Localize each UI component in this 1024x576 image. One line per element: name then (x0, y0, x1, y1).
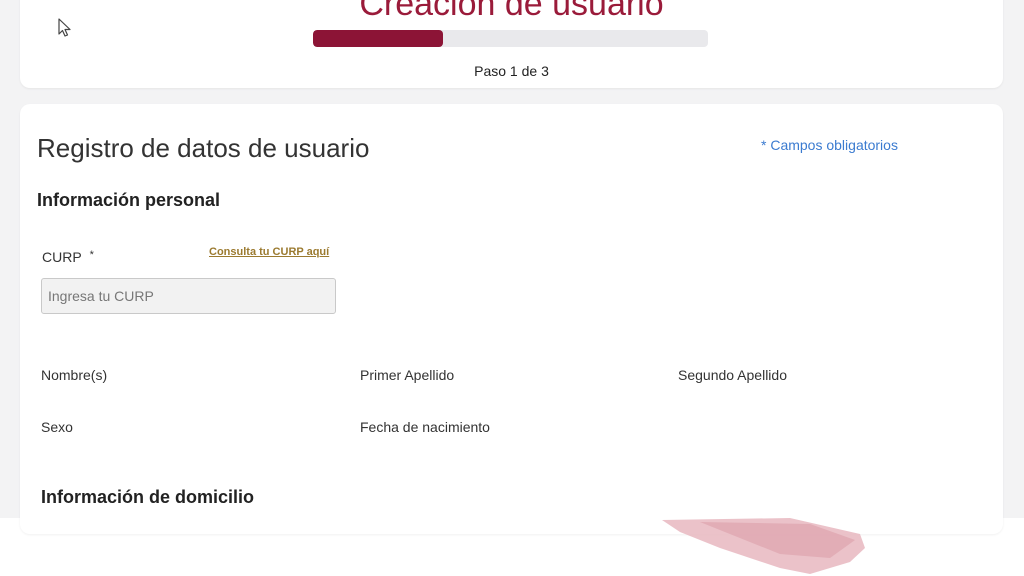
curp-label: CURP * (42, 249, 94, 265)
registration-form-card: Registro de datos de usuario * Campos ob… (20, 104, 1003, 534)
sexo-label: Sexo (41, 419, 73, 435)
step-indicator: Paso 1 de 3 (474, 63, 549, 79)
progress-card: Creación de usuario Paso 1 de 3 (20, 0, 1003, 88)
section-heading-personal: Información personal (37, 190, 221, 210)
page-heading: Creación de usuario (359, 0, 664, 23)
curp-label-text: CURP (42, 249, 82, 265)
fecha-nacimiento-label: Fecha de nacimiento (360, 419, 490, 435)
consult-curp-link[interactable]: Consulta tu CURP aquí (209, 246, 329, 258)
progress-fill (313, 30, 444, 47)
segundo-apellido-label: Segundo Apellido (678, 367, 787, 383)
required-asterisk: * (89, 249, 94, 261)
required-fields-note: * Campos obligatorios (761, 137, 898, 153)
decorative-brush-stroke (662, 518, 865, 574)
progress-bar (313, 30, 708, 47)
nombres-label: Nombre(s) (41, 367, 108, 383)
primer-apellido-label: Primer Apellido (360, 367, 455, 383)
curp-input[interactable] (41, 278, 336, 314)
form-title: Registro de datos de usuario (37, 133, 370, 163)
section-heading-domicilio: Información de domicilio (41, 487, 255, 507)
mouse-pointer-icon (58, 18, 71, 37)
